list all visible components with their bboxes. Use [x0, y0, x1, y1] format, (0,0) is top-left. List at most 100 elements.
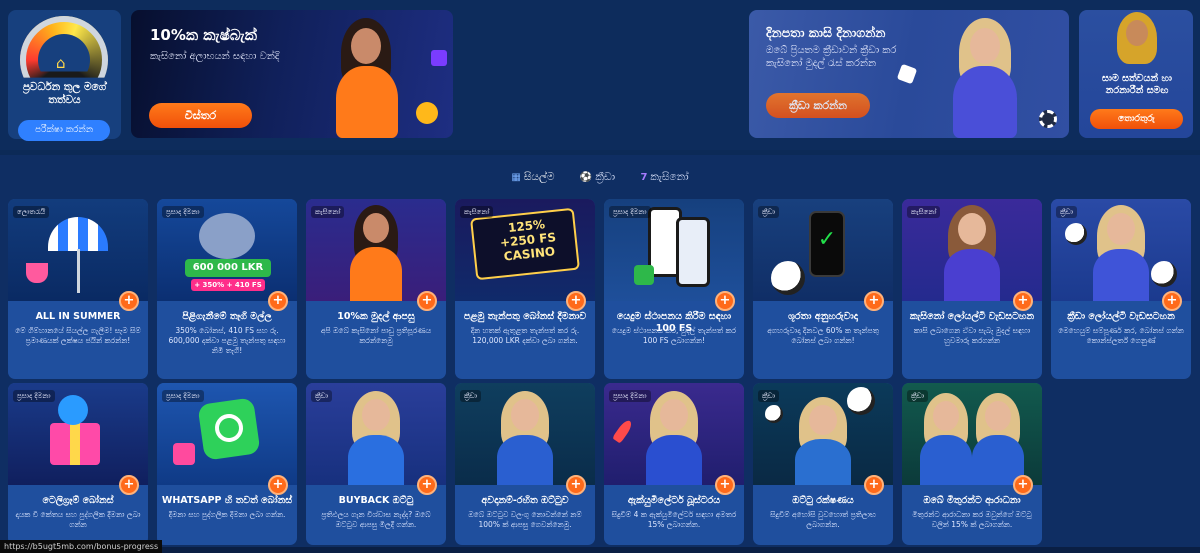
- promo-title: BUYBACK ඔට්ටු: [338, 495, 414, 506]
- soccer-ball-icon: [1151, 261, 1177, 287]
- speedometer-icon: ⌂: [20, 16, 108, 78]
- promo-description: මිතුරන්ට ආරාධනා කර ඔවුන්ගේ ඔට්ටු වලින් 1…: [912, 510, 1032, 529]
- promo-description: යෙදුම ස්ථාපනය කර, මුදල් තැන්පත් කර 100 F…: [611, 326, 737, 345]
- promo-card-first-deposit[interactable]: 125% +250 FS CASINO කැසිනෝ + පළමු තැන්පතු …: [455, 199, 595, 379]
- promo-badge: ප්‍රසාද දීමනා: [162, 206, 204, 218]
- promo-badge: ක්‍රීඩා: [1056, 206, 1078, 218]
- expand-plus-icon[interactable]: +: [1013, 475, 1033, 495]
- bonus-progress-card[interactable]: ⌂ ප්‍රවර්ධන තුල මගේ තත්වය පරීක්ෂා කරන්න: [8, 10, 121, 141]
- expand-plus-icon[interactable]: +: [1013, 291, 1033, 311]
- soccer-ball-icon: [847, 387, 875, 415]
- promo-badge: ප්‍රසාද දීමනා: [609, 206, 651, 218]
- promo-title: ඔට්ටු රක්ෂණය: [792, 495, 854, 506]
- expand-plus-icon[interactable]: +: [566, 291, 586, 311]
- promo-badge: කැසිනෝ: [460, 206, 494, 218]
- cashback-banner[interactable]: 10%ක කැෂ්බැක් කැසිනෝ අලාභයන් සඳහා වන්දි …: [131, 10, 453, 138]
- tab-sports[interactable]: ⚽ ක්‍රීඩා: [580, 168, 615, 187]
- promo-card-whatsapp[interactable]: ප්‍රසාද දීමනා + WHATSAPP හි තවත් බෝනස් ද…: [157, 383, 297, 545]
- expand-plus-icon[interactable]: +: [715, 291, 735, 311]
- promo-card-app-install[interactable]: ප්‍රසාද දීමනා + යෙදුම ස්ථාපනය කිරීම සඳහා…: [604, 199, 744, 379]
- promo-card-sports-loyalty[interactable]: ක්‍රීඩා + ක්‍රීඩා ලෝයල්ටි වැඩසටහන මෙහෙයු…: [1051, 199, 1191, 379]
- promo-description: ප්‍රතිඵලය ගැන විශ්වාස නැද්ද? ඔබේ ඔට්ටුව …: [321, 510, 431, 529]
- promo-badge: ක්‍රීඩා: [907, 390, 929, 402]
- promo-badge: ලොතරැයි: [13, 206, 50, 218]
- promo-badge: ප්‍රසාද දීමනා: [609, 390, 651, 402]
- promo-description: දායක වී කේතය සහ පුද්ගලික දීමනා ලබා ගන්න: [15, 510, 141, 529]
- promo-badge: ක්‍රීඩා: [758, 206, 780, 218]
- woman-illustration: [929, 10, 1039, 138]
- soccer-ball-icon: [765, 405, 783, 423]
- pharaoh-banner[interactable]: සාම සත්වයන් හා නරනාරීන් සමඟ තොරතුරු: [1079, 10, 1193, 138]
- tab-all[interactable]: ▦ සියල්ම: [511, 168, 554, 187]
- coin-icon: [416, 102, 438, 124]
- status-bar-url: https://b5ugt5mb.com/bonus-progress: [0, 540, 163, 553]
- promo-description: මේ ගිම්හානයේ සියල්ල ගැලීම! සෑම සිම් ප්‍ර…: [15, 326, 141, 345]
- pharaoh-info-button[interactable]: තොරතුරු: [1090, 109, 1183, 129]
- tab-casino-label: කැසිනෝ: [650, 171, 689, 183]
- promo-title: ශූරතා අනුහරුවාදා: [788, 311, 858, 322]
- expand-plus-icon[interactable]: +: [119, 475, 139, 495]
- expand-plus-icon[interactable]: +: [566, 475, 586, 495]
- promo-card-risk-free[interactable]: ක්‍රීඩා + අවදානම්-රහිත ඔට්ටුව ඔබේ ඔට්ටුව…: [455, 383, 595, 545]
- bottom-strip: [0, 547, 1200, 553]
- promo-title: ඔබේ මිතුරන්ට ආරාධනා: [923, 495, 1021, 506]
- promo-description: සිදුවීම් 4 ක ඇක්යුමිලේටර් සඳහා අමතර 15% …: [611, 510, 737, 529]
- promo-description: දින හතක් ඇතුළත තැන්පත් කර රු. 120,000 LK…: [470, 326, 580, 345]
- promo-badge: ක්‍රීඩා: [311, 390, 333, 402]
- check-progress-button[interactable]: පරීක්ෂා කරන්න: [18, 120, 110, 141]
- tab-casino[interactable]: 7 කැසිනෝ: [640, 168, 688, 187]
- promo-title: පළමු තැන්පතු බෝනස් දීමනාව: [463, 311, 587, 322]
- promo-badge: ප්‍රසාද දීමනා: [162, 390, 204, 402]
- tab-all-label: සියල්ම: [523, 171, 555, 183]
- expand-plus-icon[interactable]: +: [417, 475, 437, 495]
- promo-card-casino-loyalty[interactable]: කැසිනෝ + කැසිනෝ ලෝයල්ටි වැඩසටහන කාසි ලබා…: [902, 199, 1042, 379]
- promo-title: ALL IN SUMMER: [35, 311, 121, 322]
- pharaoh-queen-illustration: [1109, 10, 1164, 70]
- promo-card-telegram[interactable]: ප්‍රසාද දීමනා + ටෙලිග්‍රෑම් බෝනස් දායක ව…: [8, 383, 148, 545]
- expand-plus-icon[interactable]: +: [715, 475, 735, 495]
- cashback-subtitle: කැසිනෝ අලාභයන් සඳහා වන්දි: [150, 51, 280, 62]
- promo-badge: කැසිනෝ: [311, 206, 345, 218]
- promo-title: පිළිගැනීමේ තෑගි මල්ල: [182, 311, 272, 322]
- grid-icon: ▦: [511, 172, 521, 183]
- promo-card-invite-friends[interactable]: ක්‍රීඩා + ඔබේ මිතුරන්ට ආරාධනා මිතුරන්ට ආ…: [902, 383, 1042, 545]
- woman-illustration: [311, 10, 421, 138]
- promo-title: අවදානම්-රහිත ඔට්ටුව: [481, 495, 569, 506]
- expand-plus-icon[interactable]: +: [864, 291, 884, 311]
- promo-card-buyback[interactable]: ක්‍රීඩා + BUYBACK ඔට්ටු ප්‍රතිඵලය ගැන වි…: [306, 383, 446, 545]
- promo-badge: ක්‍රීඩා: [758, 390, 780, 402]
- promo-card-cashback[interactable]: කැසිනෝ + 10%ක මුදල් ආපසු අපි ඔබේ කැසිනෝ …: [306, 199, 446, 379]
- seven-icon: 7: [640, 172, 648, 183]
- promo-badge: කැසිනෝ: [907, 206, 941, 218]
- banner-gap: [463, 10, 739, 138]
- promo-description: 350% බෝනස්, 410 FS සහ රු. 600,000 දක්වා …: [168, 326, 286, 355]
- progress-card-title: ප්‍රවර්ධන තුල මගේ තත්වය: [22, 81, 107, 106]
- promo-filter-tabs: ▦ සියල්ම ⚽ ක්‍රීඩා 7 කැසිනෝ: [0, 168, 1200, 186]
- promo-card-all-in-summer[interactable]: ලොතරැයි + ALL IN SUMMER මේ ගිම්හානයේ සිය…: [8, 199, 148, 379]
- expand-plus-icon[interactable]: +: [864, 475, 884, 495]
- promo-card-welcome-pack[interactable]: 600 000 LKR + 350% + 410 FS ප්‍රසාද දීමන…: [157, 199, 297, 379]
- promo-description: දීමනා සහ පුද්ගලික දීමනා ලබා ගන්න.: [168, 510, 286, 519]
- expand-plus-icon[interactable]: +: [268, 291, 288, 311]
- play-button[interactable]: ක්‍රීඩා කරන්න: [766, 93, 870, 118]
- rocket-icon: [612, 418, 634, 444]
- expand-plus-icon[interactable]: +: [268, 475, 288, 495]
- daily-coins-banner[interactable]: දිනපතා කාසි දිනාගන්න ඔබේ ප්‍රියතම ක්‍රීඩ…: [749, 10, 1069, 138]
- soccer-ball-icon: [1065, 223, 1087, 245]
- cashback-details-button[interactable]: විස්තර: [149, 103, 252, 128]
- pharaoh-subtitle: සාම සත්වයන් හා නරනාරීන් සමඟ: [1102, 73, 1172, 96]
- promo-title: ක්‍රීඩා ලෝයල්ටි වැඩසටහන: [1067, 311, 1175, 322]
- promo-badge: ක්‍රීඩා: [460, 390, 482, 402]
- expand-plus-icon[interactable]: +: [417, 291, 437, 311]
- expand-plus-icon[interactable]: +: [1162, 291, 1182, 311]
- promo-card-tuesday[interactable]: ✓ ක්‍රීඩා + ශූරතා අනුහරුවාදා අගහරුවාදා ද…: [753, 199, 893, 379]
- promo-title: 10%ක මුදල් ආපසු: [337, 311, 415, 322]
- promo-title: කැසිනෝ ලෝයල්ටි වැඩසටහන: [909, 311, 1035, 322]
- promo-card-accumulator[interactable]: ප්‍රසාද දීමනා + ඇක්යුමිලේටර් බූස්ටරය සිද…: [604, 383, 744, 545]
- tab-sports-label: ක්‍රීඩා: [595, 171, 616, 183]
- promo-description: කාසි ලබාගෙන ඒවා සැබෑ මුදල් සඳහා හුවමාරු …: [913, 326, 1031, 345]
- promo-card-bet-insurance[interactable]: ක්‍රීඩා + ඔට්ටු රක්ෂණය සිදුවීම් අහෝසි වු…: [753, 383, 893, 545]
- expand-plus-icon[interactable]: +: [119, 291, 139, 311]
- promo-badge: ප්‍රසාද දීමනා: [13, 390, 55, 402]
- cashback-title: 10%ක කැෂ්බැක්: [150, 26, 257, 44]
